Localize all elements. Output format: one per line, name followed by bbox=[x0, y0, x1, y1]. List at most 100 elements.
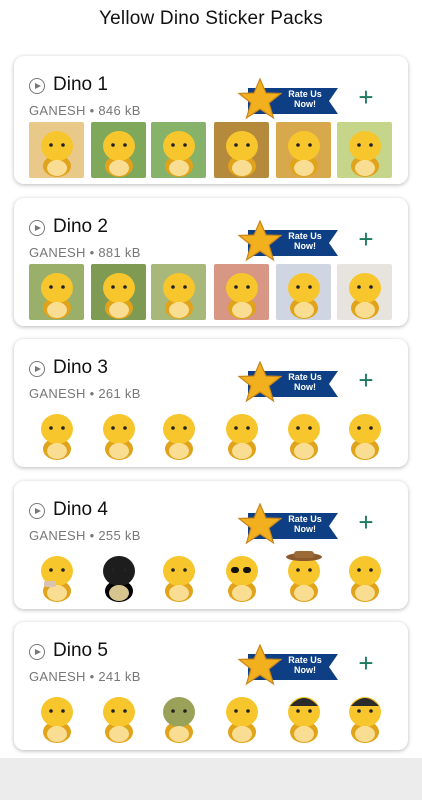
dino-peek-sticker bbox=[91, 688, 146, 744]
sticker-preview-row bbox=[29, 688, 399, 744]
rate-us-button[interactable]: Rate Us Now! bbox=[237, 219, 342, 264]
rate-us-button[interactable]: Rate Us Now! bbox=[237, 643, 342, 688]
meta-separator: • bbox=[85, 245, 99, 260]
sticker-pack-card[interactable]: Dino 5 GANESH • 241 kB Rate Us Now! + bbox=[14, 622, 408, 750]
rate-us-button[interactable]: Rate Us Now! bbox=[237, 77, 342, 122]
pack-meta: GANESH • 255 kB bbox=[29, 528, 141, 543]
dino-bag-sticker bbox=[214, 405, 269, 461]
dino-face-sticker bbox=[29, 688, 84, 744]
sticker-pack-card[interactable]: Dino 4 GANESH • 255 kB Rate Us Now! + bbox=[14, 481, 408, 609]
play-icon[interactable] bbox=[29, 220, 45, 236]
meta-separator: • bbox=[85, 669, 99, 684]
dino-grass-sticker bbox=[91, 122, 146, 178]
sticker-preview-row bbox=[29, 122, 399, 178]
star-icon bbox=[237, 502, 283, 545]
pack-size: 881 kB bbox=[98, 245, 141, 260]
dino-sunflower-sticker bbox=[214, 122, 269, 178]
dino-sunglasses-sticker bbox=[214, 547, 269, 603]
star-icon bbox=[237, 77, 283, 120]
meta-separator: • bbox=[85, 103, 99, 118]
dino-goggles-sticker bbox=[29, 547, 84, 603]
pack-size: 241 kB bbox=[98, 669, 141, 684]
dino-smile-sticker bbox=[337, 547, 392, 603]
sticker-pack-card[interactable]: Dino 2 GANESH • 881 kB Rate Us Now! + bbox=[14, 198, 408, 326]
rate-us-button[interactable]: Rate Us Now! bbox=[237, 360, 342, 405]
sticker-pack-card[interactable]: Dino 3 GANESH • 261 kB Rate Us Now! + bbox=[14, 339, 408, 467]
pack-name: Dino 5 bbox=[53, 640, 108, 661]
play-icon[interactable] bbox=[29, 644, 45, 660]
rate-us-line-1: Rate Us bbox=[288, 231, 322, 241]
meta-separator: • bbox=[85, 386, 99, 401]
dino-thinking-sticker bbox=[29, 405, 84, 461]
pack-size: 255 kB bbox=[98, 528, 141, 543]
pack-name: Dino 3 bbox=[53, 357, 108, 378]
pack-author: GANESH bbox=[29, 528, 86, 543]
pack-author: GANESH bbox=[29, 245, 86, 260]
dino-black-sticker bbox=[91, 547, 146, 603]
rate-us-label: Rate Us Now! bbox=[280, 514, 330, 534]
dino-paint-sticker bbox=[337, 405, 392, 461]
dino-green-sticker bbox=[151, 688, 206, 744]
dino-helmet-2-sticker bbox=[337, 688, 392, 744]
rate-us-line-1: Rate Us bbox=[288, 514, 322, 524]
dino-field-sticker bbox=[151, 122, 206, 178]
rate-us-line-1: Rate Us bbox=[288, 655, 322, 665]
rate-us-line-1: Rate Us bbox=[288, 89, 322, 99]
rate-us-button[interactable]: Rate Us Now! bbox=[237, 502, 342, 547]
page-title: Yellow Dino Sticker Packs bbox=[99, 8, 323, 29]
dino-forest-sticker bbox=[91, 264, 146, 320]
dino-back-sticker bbox=[276, 264, 331, 320]
sticker-preview-row bbox=[29, 547, 399, 603]
dino-garden-sticker bbox=[337, 122, 392, 178]
dino-worried-sticker bbox=[276, 405, 331, 461]
dino-necklace-sticker bbox=[29, 264, 84, 320]
rate-us-line-2: Now! bbox=[294, 665, 316, 675]
sticker-preview-row bbox=[29, 405, 399, 461]
rate-us-line-2: Now! bbox=[294, 99, 316, 109]
pack-author: GANESH bbox=[29, 669, 86, 684]
dino-happy-sticker bbox=[151, 547, 206, 603]
add-pack-icon[interactable]: + bbox=[355, 84, 377, 110]
dino-sit-sticker bbox=[151, 264, 206, 320]
rate-us-line-2: Now! bbox=[294, 524, 316, 534]
rate-us-label: Rate Us Now! bbox=[280, 655, 330, 675]
pack-size: 846 kB bbox=[98, 103, 141, 118]
rate-us-line-2: Now! bbox=[294, 241, 316, 251]
add-pack-icon[interactable]: + bbox=[355, 226, 377, 252]
sticker-preview-row bbox=[29, 264, 399, 320]
star-icon bbox=[237, 219, 283, 262]
rate-us-line-1: Rate Us bbox=[288, 372, 322, 382]
pack-name: Dino 2 bbox=[53, 216, 108, 237]
pack-name: Dino 4 bbox=[53, 499, 108, 520]
star-icon bbox=[237, 360, 283, 403]
pack-author: GANESH bbox=[29, 103, 86, 118]
dino-hat-sticker bbox=[276, 547, 331, 603]
dino-doll-sticker bbox=[29, 122, 84, 178]
dino-shy-sticker bbox=[214, 688, 269, 744]
rate-us-label: Rate Us Now! bbox=[280, 372, 330, 392]
star-icon bbox=[237, 643, 283, 686]
meta-separator: • bbox=[85, 528, 99, 543]
pack-meta: GANESH • 846 kB bbox=[29, 103, 141, 118]
sticker-pack-card[interactable]: Dino 1 GANESH • 846 kB Rate Us Now! + bbox=[14, 56, 408, 184]
rate-us-label: Rate Us Now! bbox=[280, 231, 330, 251]
pack-meta: GANESH • 241 kB bbox=[29, 669, 141, 684]
dino-eating-sticker bbox=[91, 405, 146, 461]
pack-meta: GANESH • 881 kB bbox=[29, 245, 141, 260]
rate-us-label: Rate Us Now! bbox=[280, 89, 330, 109]
pack-name: Dino 1 bbox=[53, 74, 108, 95]
dino-lying-sticker bbox=[214, 264, 269, 320]
dino-helmet-sticker bbox=[276, 688, 331, 744]
add-pack-icon[interactable]: + bbox=[355, 509, 377, 535]
dino-sunflower-2-sticker bbox=[276, 122, 331, 178]
add-pack-icon[interactable]: + bbox=[355, 367, 377, 393]
dino-stand-sticker bbox=[337, 264, 392, 320]
pack-author: GANESH bbox=[29, 386, 86, 401]
play-icon[interactable] bbox=[29, 78, 45, 94]
add-pack-icon[interactable]: + bbox=[355, 650, 377, 676]
play-icon[interactable] bbox=[29, 503, 45, 519]
pack-meta: GANESH • 261 kB bbox=[29, 386, 141, 401]
play-icon[interactable] bbox=[29, 361, 45, 377]
rate-us-line-2: Now! bbox=[294, 382, 316, 392]
dino-pointing-sticker bbox=[151, 405, 206, 461]
